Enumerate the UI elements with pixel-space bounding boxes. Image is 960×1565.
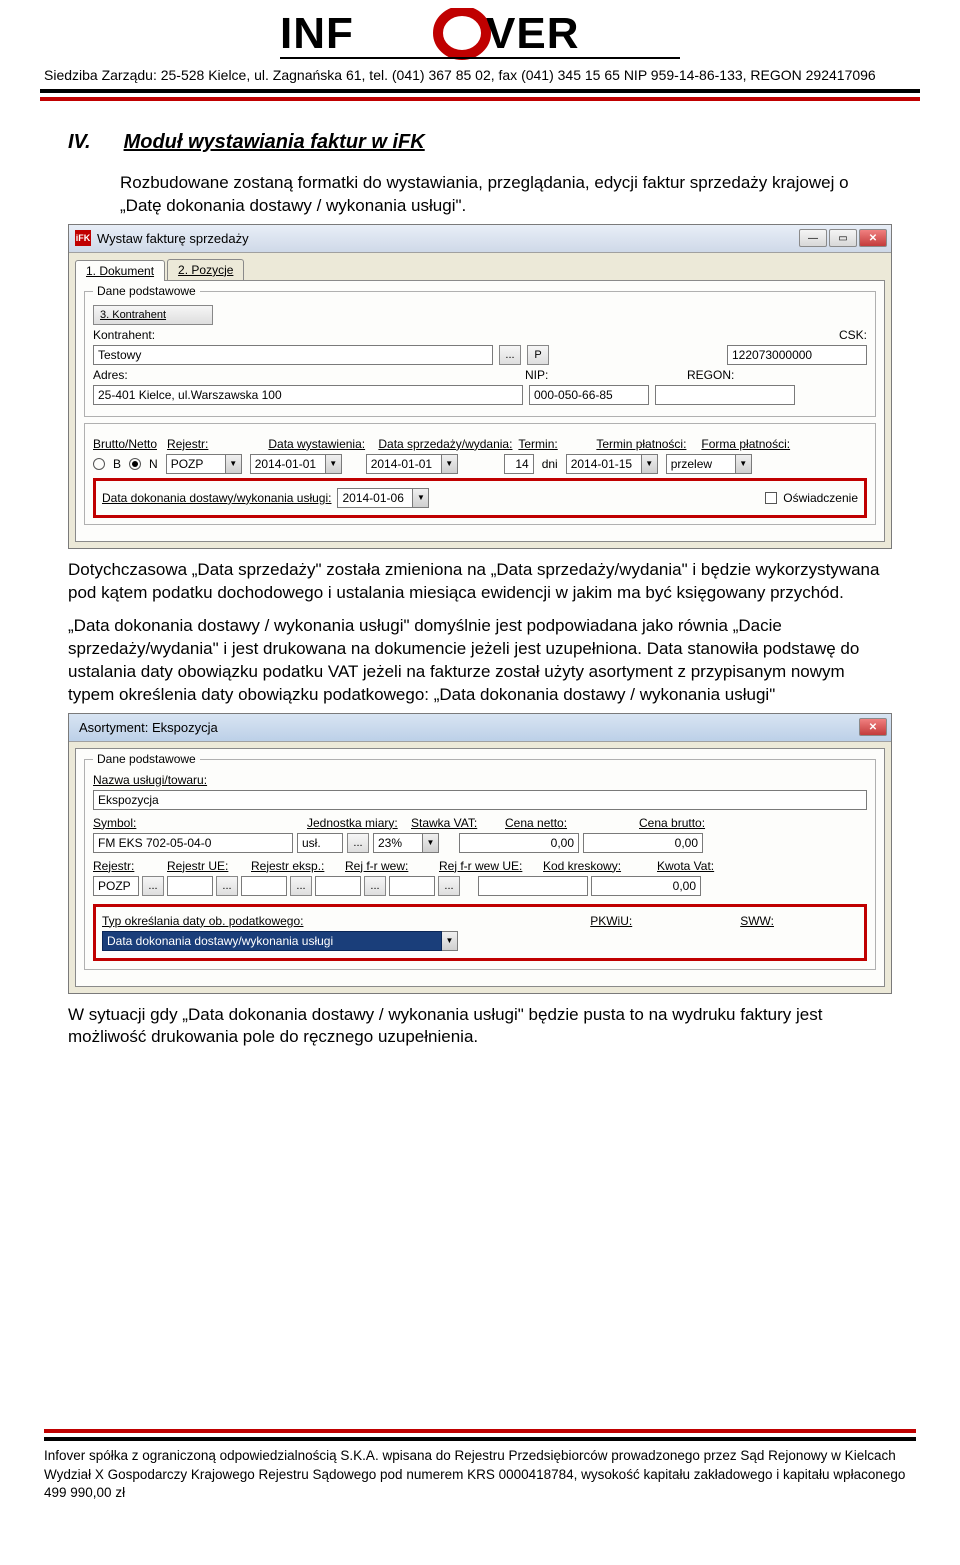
group-basic-data-2: Dane podstawowe Nazwa usługi/towaru: Sym…: [84, 759, 876, 970]
window-title: Wystaw fakturę sprzedaży: [97, 231, 799, 246]
payment-form-combo[interactable]: ▼: [666, 454, 752, 474]
label-payment-form: Forma płatności:: [701, 437, 790, 451]
label-regon: REGON:: [687, 368, 734, 382]
symbol-input[interactable]: [93, 833, 293, 853]
footer-text: Infover spółka z ograniczoną odpowiedzia…: [44, 1447, 916, 1502]
window-title-2: Asortyment: Ekspozycja: [75, 720, 859, 735]
paragraph-2: Dotychczasowa „Data sprzedaży" została z…: [68, 559, 892, 605]
label-csk: CSK:: [839, 328, 867, 342]
close-button-2[interactable]: ✕: [859, 718, 887, 736]
label-gross-price: Cena brutto:: [639, 816, 705, 830]
footer-divider-red: [44, 1429, 916, 1433]
logo: INF VER: [280, 8, 680, 65]
radio-brutto[interactable]: [93, 458, 105, 470]
nip-input[interactable]: [529, 385, 649, 405]
page-header: INF VER: [40, 0, 920, 65]
svg-text:INF: INF: [280, 9, 354, 58]
unit-input[interactable]: [297, 833, 343, 853]
p-button[interactable]: P: [527, 345, 549, 365]
label-reg-fr-wew: Rej f-r wew:: [345, 859, 425, 873]
tab-positions[interactable]: 2. Pozycje: [167, 259, 244, 280]
label-payment-date: Termin płatności:: [596, 437, 691, 451]
titlebar: iFK Wystaw fakturę sprzedaży — ▭ ✕: [69, 225, 891, 253]
label-tax-date-type: Typ określania daty ob. podatkowego:: [102, 914, 303, 928]
reg-input[interactable]: [93, 876, 139, 896]
register-combo[interactable]: ▼: [166, 454, 242, 474]
group-basic-data: Dane podstawowe 3. Kontrahent Kontrahent…: [84, 291, 876, 417]
issue-date-combo[interactable]: ▼: [250, 454, 342, 474]
label-reg-eksp: Rejestr eksp.:: [251, 859, 331, 873]
label-delivery-date: Data dokonania dostawy/wykonania usługi:: [102, 491, 331, 505]
address-input[interactable]: [93, 385, 523, 405]
reg-fr-wew-ue-input[interactable]: [389, 876, 435, 896]
declaration-checkbox[interactable]: [765, 492, 777, 504]
section-number: IV.: [68, 131, 118, 154]
label-register: Rejestr:: [167, 437, 208, 451]
vat-combo[interactable]: ▼: [373, 833, 439, 853]
label-contractor: Kontrahent:: [93, 328, 163, 342]
term-input[interactable]: [504, 454, 534, 474]
reg-eksp-input[interactable]: [241, 876, 287, 896]
unit-lookup[interactable]: ...: [347, 833, 369, 853]
label-net-price: Cena netto:: [505, 816, 625, 830]
company-address: Siedziba Zarządu: 25-528 Kielce, ul. Zag…: [40, 67, 920, 93]
lookup-button[interactable]: ...: [499, 345, 521, 365]
label-reg-fr-wew-ue: Rej f-r wew UE:: [439, 859, 529, 873]
regon-input[interactable]: [655, 385, 795, 405]
label-term: Termin:: [518, 437, 558, 451]
tab-document[interactable]: 1. Dokument: [75, 260, 165, 281]
gross-price-input[interactable]: [583, 833, 703, 853]
label-declaration: Oświadczenie: [783, 491, 858, 505]
minimize-button[interactable]: —: [799, 229, 827, 247]
label-symbol: Symbol:: [93, 816, 293, 830]
label-sww: SWW:: [740, 914, 774, 928]
label-vat: Stawka VAT:: [411, 816, 491, 830]
svg-text:VER: VER: [486, 9, 579, 58]
barcode-input[interactable]: [478, 876, 588, 896]
section-title: Moduł wystawiania faktur w iFK: [124, 131, 425, 153]
label-address: Adres:: [93, 368, 143, 382]
label-item-name: Nazwa usługi/towaru:: [93, 773, 207, 787]
paragraph-1: Rozbudowane zostaną formatki do wystawia…: [120, 172, 892, 218]
label-reg-ue: Rejestr UE:: [167, 859, 237, 873]
reg-fr-wew-input[interactable]: [315, 876, 361, 896]
label-nip: NIP:: [525, 368, 565, 382]
delivery-date-combo[interactable]: ▼: [337, 488, 429, 508]
highlight-tax-date-type: Typ określania daty ob. podatkowego: PKW…: [93, 904, 867, 961]
label-sale-date: Data sprzedaży/wydania:: [378, 437, 508, 451]
contractor-input[interactable]: [93, 345, 493, 365]
sale-date-combo[interactable]: ▼: [366, 454, 458, 474]
vat-amount-input[interactable]: [591, 876, 701, 896]
footer-divider-black: [44, 1437, 916, 1441]
csk-input[interactable]: [727, 345, 867, 365]
payment-date-combo[interactable]: ▼: [566, 454, 658, 474]
highlight-delivery-date: Data dokonania dostawy/wykonania usługi:…: [93, 478, 867, 518]
app-icon: iFK: [75, 230, 91, 246]
close-button[interactable]: ✕: [859, 229, 887, 247]
label-pkwiu: PKWiU:: [590, 914, 632, 928]
paragraph-4: W sytuacji gdy „Data dokonania dostawy /…: [68, 1004, 892, 1050]
contractor-button[interactable]: 3. Kontrahent: [93, 305, 213, 325]
radio-netto[interactable]: [129, 458, 141, 470]
paragraph-3: „Data dokonania dostawy / wykonania usłu…: [68, 615, 892, 707]
net-price-input[interactable]: [459, 833, 579, 853]
label-barcode: Kod kreskowy:: [543, 859, 643, 873]
label-brutto-netto: Brutto/Netto: [93, 437, 157, 451]
maximize-button[interactable]: ▭: [829, 229, 857, 247]
tax-date-type-combo[interactable]: Data dokonania dostawy/wykonania usługi▼: [102, 931, 458, 951]
section-heading: IV. Moduł wystawiania faktur w iFK: [68, 131, 892, 154]
group-invoice-details: Brutto/Netto Rejestr: Data wystawienia: …: [84, 423, 876, 525]
group-legend: Dane podstawowe: [93, 284, 200, 298]
invoice-dialog: iFK Wystaw fakturę sprzedaży — ▭ ✕ 1. Do…: [68, 224, 892, 549]
label-vat-amount: Kwota Vat:: [657, 859, 714, 873]
asortyment-dialog: Asortyment: Ekspozycja ✕ Dane podstawowe…: [68, 713, 892, 994]
label-issue-date: Data wystawienia:: [268, 437, 368, 451]
reg-ue-input[interactable]: [167, 876, 213, 896]
item-name-input[interactable]: [93, 790, 867, 810]
label-reg: Rejestr:: [93, 859, 153, 873]
label-unit: Jednostka miary:: [307, 816, 397, 830]
